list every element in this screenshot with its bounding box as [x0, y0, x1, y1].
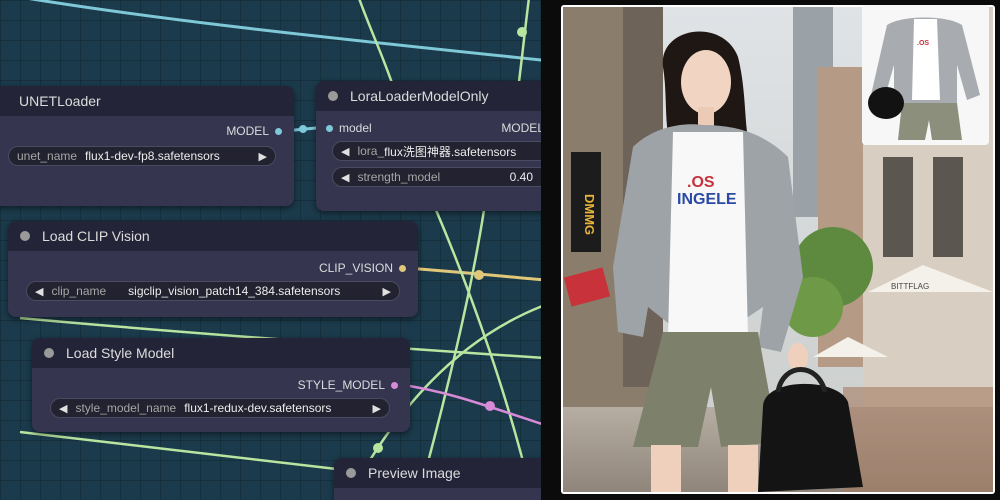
- svg-text:.OS: .OS: [917, 40, 929, 47]
- wire-reroute-dot: [517, 27, 527, 37]
- node-unet-loader-header[interactable]: UNETLoader: [0, 86, 294, 116]
- wire-green-b: [416, 209, 486, 500]
- node-unet-loader[interactable]: UNETLoader MODEL unet_name flux1-dev-fp8…: [0, 86, 294, 206]
- node-load-style-model[interactable]: Load Style Model STYLE_MODEL ◀ style_mod…: [32, 338, 410, 432]
- wire-clip-vision-dot: [474, 270, 484, 280]
- shop-sign-text: BITTFLAG: [891, 282, 929, 291]
- strength-model-widget[interactable]: ◀ strength_model 0.40: [332, 167, 541, 187]
- strength-model-value: 0.40: [509, 170, 533, 184]
- node-collapse-dot[interactable]: [20, 231, 30, 241]
- unet-name-widget[interactable]: unet_name flux1-dev-fp8.safetensors ▶: [8, 146, 276, 166]
- wire-top-model: [28, 0, 541, 62]
- clip-vision-output-label: CLIP_VISION: [318, 261, 393, 275]
- node-clip-vision-title: Load CLIP Vision: [42, 228, 150, 244]
- style-model-output-label: STYLE_MODEL: [297, 378, 385, 392]
- style-model-name-label: style_model_name: [75, 401, 177, 415]
- wire-green-top-right: [516, 0, 530, 91]
- wire-green-bottom: [19, 430, 346, 472]
- unet-name-label: unet_name: [17, 149, 78, 163]
- node-lora-loader-title: LoraLoaderModelOnly: [350, 88, 489, 104]
- lora-input-slot[interactable]: model: [326, 121, 372, 135]
- lora-output-slot[interactable]: MODEL: [501, 121, 541, 135]
- unet-output-slot[interactable]: MODEL: [226, 124, 282, 138]
- clip-name-next-arrow[interactable]: ▶: [383, 285, 391, 298]
- wire-green-dot: [373, 443, 383, 453]
- node-style-model-header[interactable]: Load Style Model: [32, 338, 410, 368]
- node-lora-loader[interactable]: LoraLoaderModelOnly model MODEL ◀ lora_ …: [316, 81, 541, 211]
- wire-model-link-dot: [299, 125, 307, 133]
- lora-input-port[interactable]: [326, 124, 333, 132]
- node-unet-loader-title: UNETLoader: [19, 93, 101, 109]
- unet-output-label: MODEL: [226, 124, 269, 138]
- style-model-next-arrow[interactable]: ▶: [373, 402, 381, 415]
- node-lora-loader-header[interactable]: LoraLoaderModelOnly: [316, 81, 541, 111]
- lora-name-widget[interactable]: ◀ lora_ flux洗图神器.safetensors: [332, 141, 541, 161]
- node-load-clip-vision[interactable]: Load CLIP Vision CLIP_VISION ◀ clip_name…: [8, 221, 418, 317]
- style-model-prev-arrow[interactable]: ◀: [59, 402, 67, 415]
- shirt-text-line2: INGELE: [677, 191, 737, 208]
- node-preview-image-title: Preview Image: [368, 465, 461, 481]
- panel-divider[interactable]: [541, 0, 561, 500]
- vertical-sign-text: DMMG: [582, 194, 597, 235]
- style-model-name-value: flux1-redux-dev.safetensors: [184, 401, 332, 415]
- wire-style-dot: [485, 401, 495, 411]
- lora-name-prev-arrow[interactable]: ◀: [341, 145, 349, 158]
- clip-name-prev-arrow[interactable]: ◀: [35, 285, 43, 298]
- lora-name-value: flux洗图神器.safetensors: [384, 144, 517, 159]
- clip-name-value: sigclip_vision_patch14_384.safetensors: [128, 284, 341, 298]
- clip-name-label: clip_name: [51, 284, 107, 298]
- style-model-output-slot[interactable]: STYLE_MODEL: [298, 378, 398, 392]
- unet-output-port[interactable]: [275, 127, 282, 135]
- node-collapse-dot[interactable]: [328, 91, 338, 101]
- reference-thumbnail: .OS: [862, 5, 989, 145]
- strength-decrement-arrow[interactable]: ◀: [341, 171, 349, 184]
- shirt-text-line1: .OS: [687, 174, 715, 191]
- lora-output-label: MODEL: [501, 121, 541, 135]
- node-collapse-dot[interactable]: [44, 348, 54, 358]
- unet-name-next-arrow[interactable]: ▶: [259, 150, 267, 163]
- clip-vision-output-port[interactable]: [399, 264, 406, 272]
- node-canvas[interactable]: UNETLoader MODEL unet_name flux1-dev-fp8…: [0, 0, 541, 500]
- style-model-name-widget[interactable]: ◀ style_model_name flux1-redux-dev.safet…: [50, 398, 390, 418]
- node-collapse-dot[interactable]: [346, 468, 356, 478]
- strength-model-label: strength_model: [357, 170, 441, 184]
- wire-style: [396, 382, 541, 425]
- unet-name-value: flux1-dev-fp8.safetensors: [85, 149, 220, 163]
- reference-outfit-image: .OS: [862, 5, 989, 145]
- lora-name-label: lora_: [357, 144, 385, 158]
- lora-input-label: model: [339, 121, 372, 135]
- node-style-model-title: Load Style Model: [66, 345, 175, 361]
- clip-vision-output-slot[interactable]: CLIP_VISION: [319, 261, 406, 275]
- style-model-output-port[interactable]: [391, 381, 398, 389]
- clip-name-widget[interactable]: ◀ clip_name sigclip_vision_patch14_384.s…: [26, 281, 400, 301]
- node-preview-image[interactable]: Preview Image: [334, 458, 541, 500]
- node-clip-vision-header[interactable]: Load CLIP Vision: [8, 221, 418, 251]
- node-preview-image-header[interactable]: Preview Image: [334, 458, 541, 488]
- wire-green-top-left: [358, 0, 397, 93]
